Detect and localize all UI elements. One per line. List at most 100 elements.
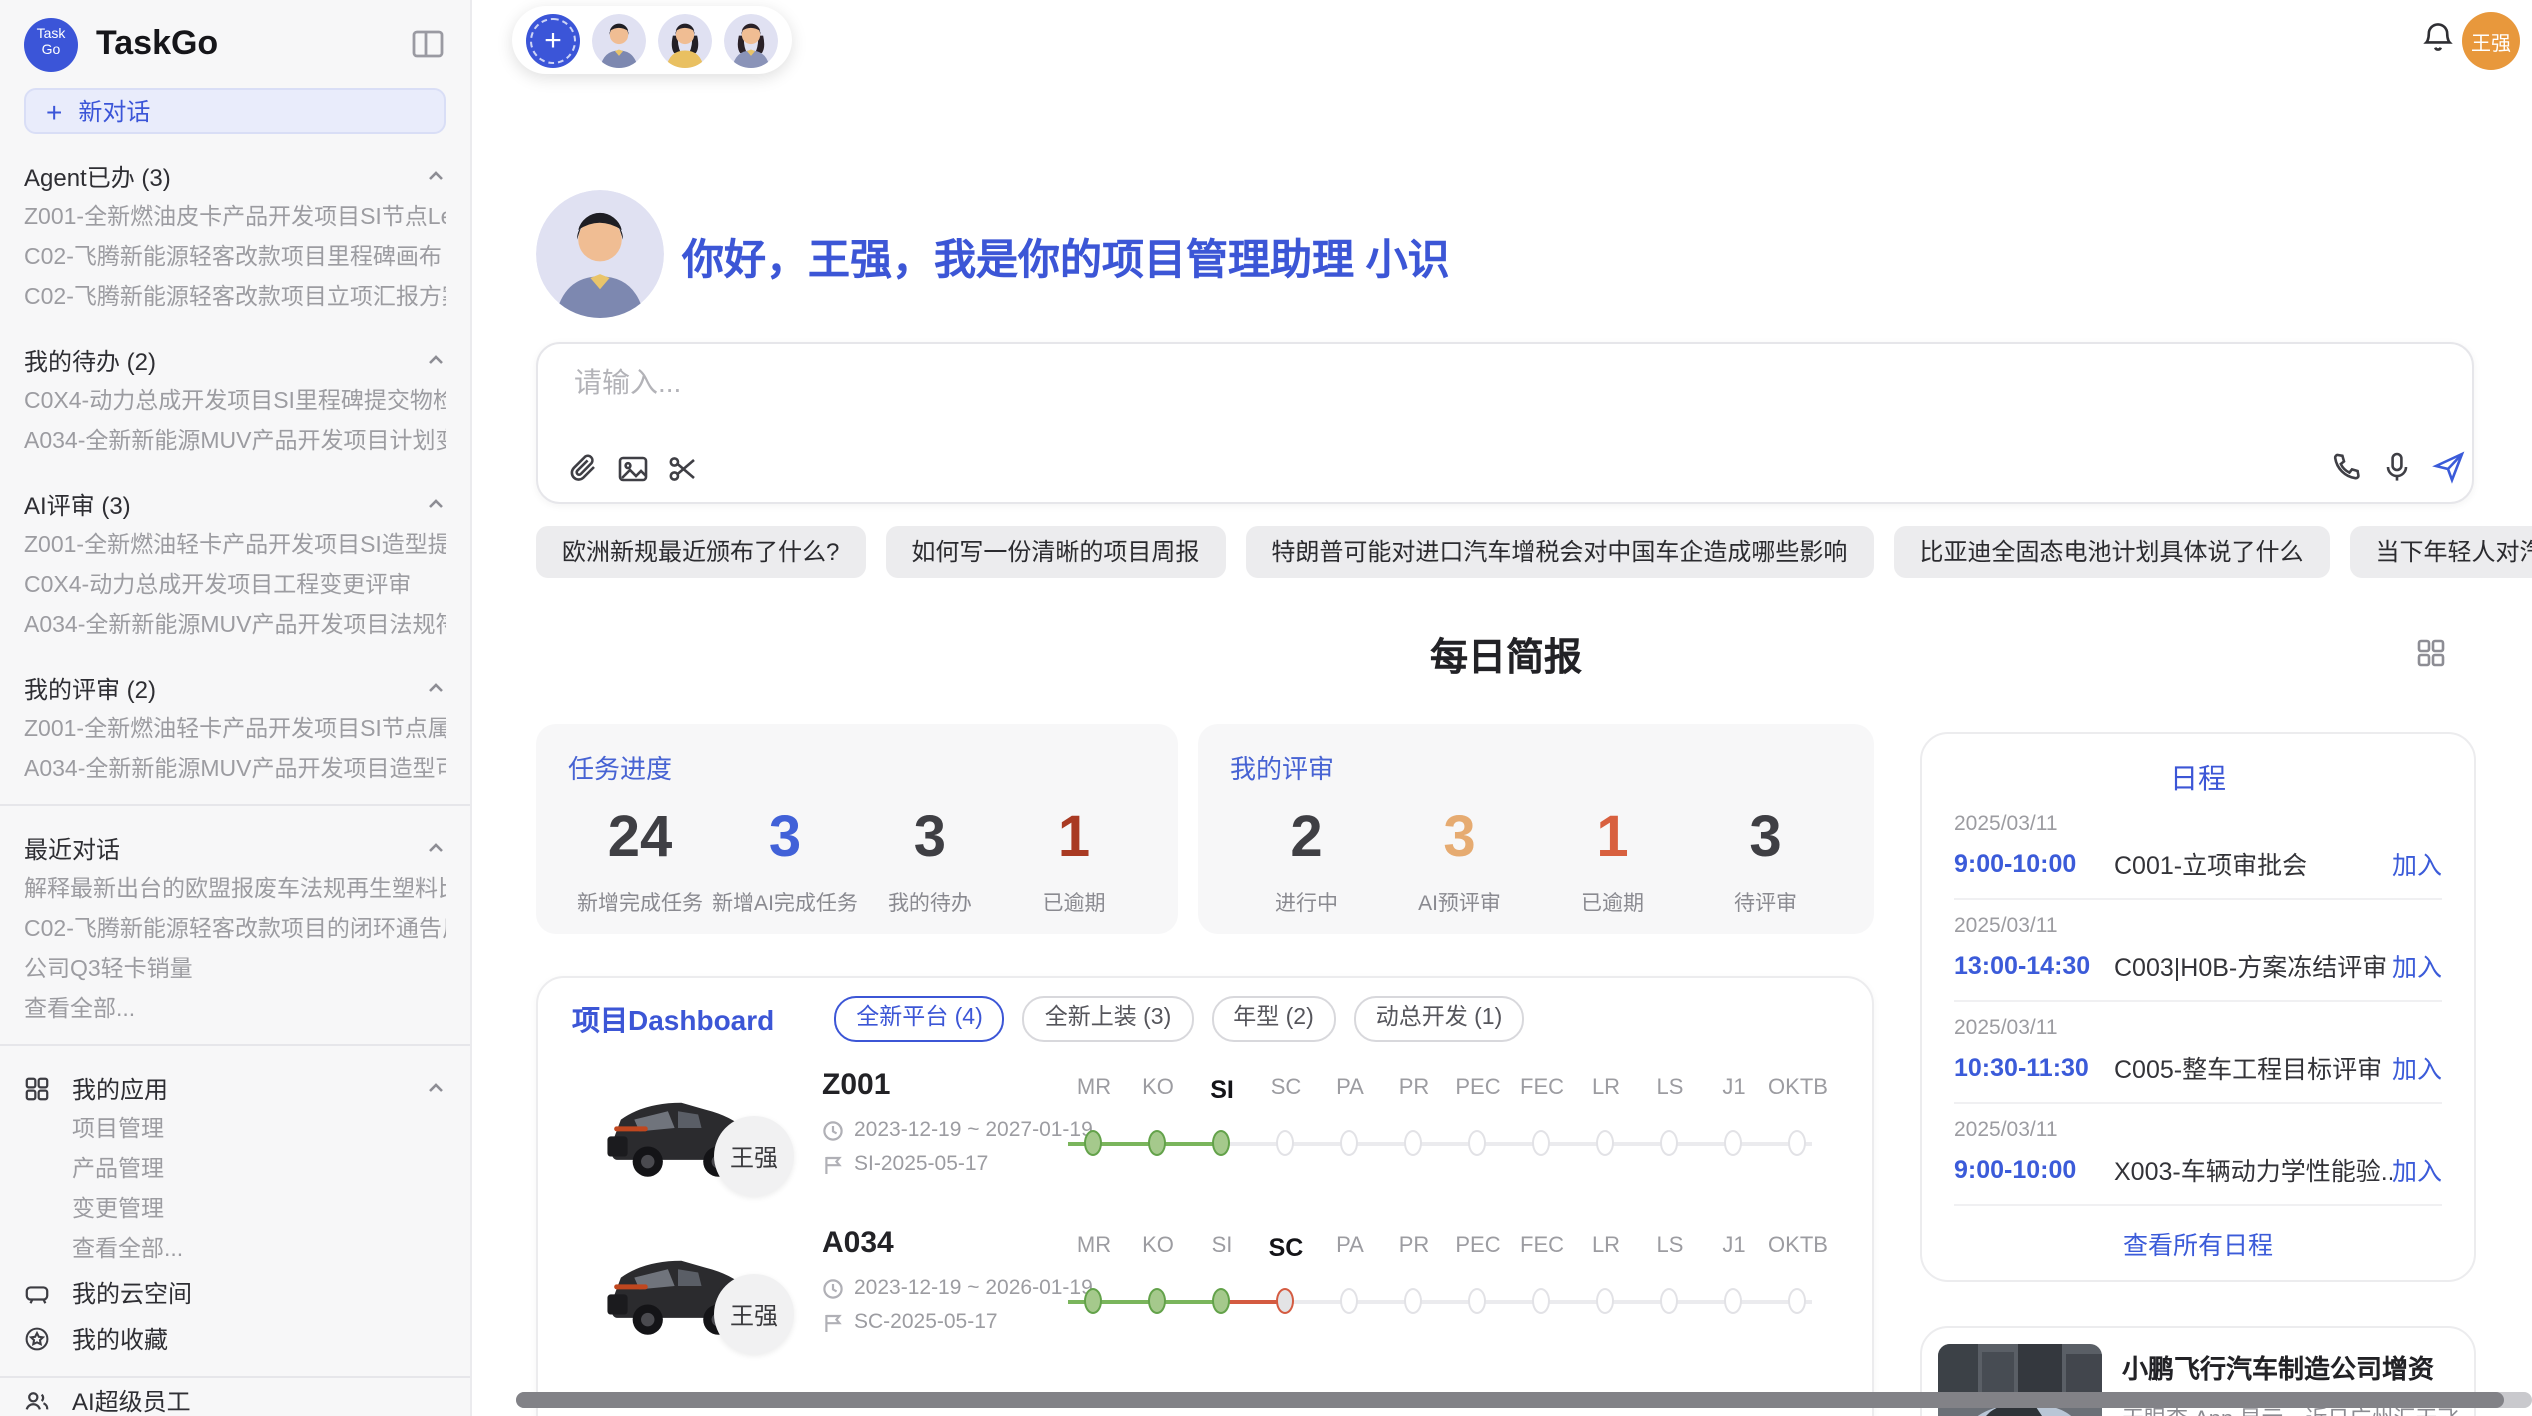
sidebar-item[interactable]: C0X4-动力总成开发项目工程变更评审 <box>24 566 446 606</box>
milestone-dot <box>1147 1288 1165 1314</box>
add-agent-button[interactable]: + <box>526 13 580 67</box>
project-row: 王强A0342023-12-19 ~ 2026-01-19SC-2025-05-… <box>538 1210 1876 1368</box>
join-link[interactable]: 加入 <box>2392 844 2442 882</box>
milestone-dot <box>1083 1288 1101 1314</box>
schedule-time: 13:00-14:30 <box>1954 951 2114 979</box>
stat-value: 3 <box>858 806 1002 870</box>
agent-avatar-3[interactable] <box>724 13 778 67</box>
stat-item: 1已逾期 <box>1002 806 1146 918</box>
paperclip-icon[interactable] <box>566 452 600 486</box>
plus-icon: + <box>46 97 62 125</box>
sidebar-tool-team[interactable]: AI超级员工 <box>24 1378 446 1416</box>
sidebar-item[interactable]: Z001-全新燃油皮卡产品开发项目SI节点Lesson Learn报告 <box>24 198 446 238</box>
stat-value: 2 <box>1230 806 1383 870</box>
section-title: AI评审 (3) <box>24 487 131 521</box>
dashboard-header: 项目Dashboard 全新平台 (4)全新上装 (3)年型 (2)动总开发 (… <box>572 996 1542 1042</box>
project-dates: 2023-12-19 ~ 2027-01-19 <box>822 1118 1093 1142</box>
join-link[interactable]: 加入 <box>2392 1048 2442 1086</box>
recent-chat-item[interactable]: 解释最新出台的欧盟报废车法规再生塑料比例被调至15%... <box>24 870 446 910</box>
horizontal-scrollbar-thumb[interactable] <box>516 1392 2504 1408</box>
suggestion-chip[interactable]: 如何写一份清晰的项目周报 <box>885 526 1225 578</box>
sidebar-tool-label: AI超级员工 <box>72 1384 191 1416</box>
sidebar-item[interactable]: Z001-全新燃油轻卡产品开发项目SI造型提交物评审 <box>24 526 446 566</box>
suggestion-chip[interactable]: 比亚迪全固态电池计划具体说了什么 <box>1893 526 2329 578</box>
view-all-schedule-link[interactable]: 查看所有日程 <box>1954 1224 2442 1262</box>
stat-value: 3 <box>1689 806 1842 870</box>
stat-item: 3待评审 <box>1689 806 1842 918</box>
section-title: 我的待办 (2) <box>24 343 156 377</box>
dashboard-tab[interactable]: 全新平台 (4) <box>834 996 1005 1042</box>
chevron-up-icon[interactable] <box>426 350 446 370</box>
sidebar-item[interactable]: Z001-全新燃油轻卡产品开发项目SI节点属性5D文件评审 <box>24 710 446 750</box>
chevron-up-icon[interactable] <box>426 838 446 858</box>
schedule-row: 10:30-11:30C005-整车工程目标评审加入 <box>1954 1048 2442 1086</box>
project-flag-date: SI-2025-05-17 <box>854 1152 988 1176</box>
project-owner-avatar: 王强 <box>714 1116 794 1196</box>
sidebar-item[interactable]: A034-全新新能源MUV产品开发项目造型可行性评审 <box>24 750 446 790</box>
mic-icon[interactable] <box>2380 450 2414 484</box>
dashboard-tab[interactable]: 全新上装 (3) <box>1023 996 1194 1042</box>
schedule-item: 2025/03/1110:30-11:30C005-整车工程目标评审加入 <box>1954 1002 2442 1104</box>
chat-input[interactable] <box>570 364 1978 400</box>
flag-icon <box>822 1153 844 1175</box>
sidebar-link-cloud-drive[interactable]: 我的云空间 <box>24 1270 446 1316</box>
milestone-dot <box>1467 1288 1485 1314</box>
dashboard-tab[interactable]: 动总开发 (1) <box>1354 996 1525 1042</box>
sidebar-item[interactable]: A034-全新新能源MUV产品开发项目法规符合性评审 <box>24 606 446 646</box>
schedule-event-title: C005-整车工程目标评审 <box>2114 1048 2392 1086</box>
schedule-date: 2025/03/11 <box>1954 914 2442 938</box>
recent-chat-item[interactable]: 公司Q3轻卡销量 <box>24 950 446 990</box>
milestone-dot <box>1083 1130 1101 1156</box>
milestone-dot <box>1339 1130 1357 1156</box>
chevron-up-icon[interactable] <box>426 166 446 186</box>
star-badge-icon <box>24 1326 50 1352</box>
stat-item: 1已逾期 <box>1536 806 1689 918</box>
suggestion-chip[interactable]: 欧洲新规最近颁布了什么? <box>536 526 865 578</box>
stat-item: 3新增AI完成任务 <box>712 806 858 918</box>
agent-avatar-1[interactable] <box>592 13 646 67</box>
sidebar-link-star-badge[interactable]: 我的收藏 <box>24 1316 446 1362</box>
join-link[interactable]: 加入 <box>2392 1150 2442 1188</box>
sidebar-list: Agent已办 (3)Z001-全新燃油皮卡产品开发项目SI节点Lesson L… <box>24 154 446 1416</box>
app-item[interactable]: 产品管理 <box>24 1150 446 1190</box>
taskgo-app: TaskGo TaskGo + 新对话 Agent已办 (3)Z001-全新燃油… <box>0 0 2532 1416</box>
notification-bell-icon[interactable] <box>2420 20 2456 56</box>
send-icon[interactable] <box>2432 450 2466 484</box>
sidebar-item[interactable]: C02-飞腾新能源轻客改款项目里程碑画布 <box>24 238 446 278</box>
agent-avatar-2[interactable] <box>658 13 712 67</box>
sidebar-item[interactable]: C02-飞腾新能源轻客改款项目立项汇报方案 <box>24 278 446 318</box>
sidebar-item[interactable]: C0X4-动力总成开发项目SI里程碑提交物检查 <box>24 382 446 422</box>
dashboard-tab[interactable]: 年型 (2) <box>1211 996 1336 1042</box>
plus-icon: + <box>544 23 562 57</box>
chevron-up-icon[interactable] <box>426 678 446 698</box>
sidebar-item[interactable]: A034-全新新能源MUV产品开发项目计划变更表编写 <box>24 422 446 462</box>
suggestion-chip[interactable]: 当下年轻人对汽车外观有怎样的喜好趋势 <box>2349 526 2532 578</box>
milestone-dot <box>1659 1288 1677 1314</box>
clock-icon <box>822 1277 844 1299</box>
user-avatar[interactable]: 王强 <box>2462 12 2520 70</box>
milestone-dot <box>1275 1288 1293 1314</box>
join-link[interactable]: 加入 <box>2392 946 2442 984</box>
user-name: 王强 <box>2471 26 2511 56</box>
image-icon[interactable] <box>616 452 650 486</box>
app-item[interactable]: 变更管理 <box>24 1190 446 1230</box>
stat-label: AI预评审 <box>1383 888 1536 918</box>
recent-chat-item[interactable]: C02-飞腾新能源轻客改款项目的闭环通告反馈情况 <box>24 910 446 950</box>
sidebar-section-header: AI评审 (3) <box>24 482 446 526</box>
recent-chat-item[interactable]: 查看全部... <box>24 990 446 1030</box>
stat-label: 进行中 <box>1230 888 1383 918</box>
app-item[interactable]: 项目管理 <box>24 1110 446 1150</box>
briefing-layout-icon[interactable] <box>2416 638 2446 668</box>
chevron-up-icon[interactable] <box>426 494 446 514</box>
phone-icon[interactable] <box>2330 450 2364 484</box>
panel-collapse-icon[interactable] <box>410 26 446 62</box>
chevron-up-icon[interactable] <box>426 1078 446 1098</box>
suggestion-chip[interactable]: 特朗普可能对进口汽车增税会对中国车企造成哪些影响 <box>1245 526 1873 578</box>
daily-briefing-title: 每日简报 <box>536 628 2476 682</box>
agent-switcher: + <box>512 6 792 74</box>
project-date-range: 2023-12-19 ~ 2026-01-19 <box>854 1276 1093 1300</box>
sidebar-section-header: 最近对话 <box>24 826 446 870</box>
scissors-icon[interactable] <box>666 452 700 486</box>
new-chat-button[interactable]: + 新对话 <box>24 88 446 134</box>
app-item[interactable]: 查看全部... <box>24 1230 446 1270</box>
